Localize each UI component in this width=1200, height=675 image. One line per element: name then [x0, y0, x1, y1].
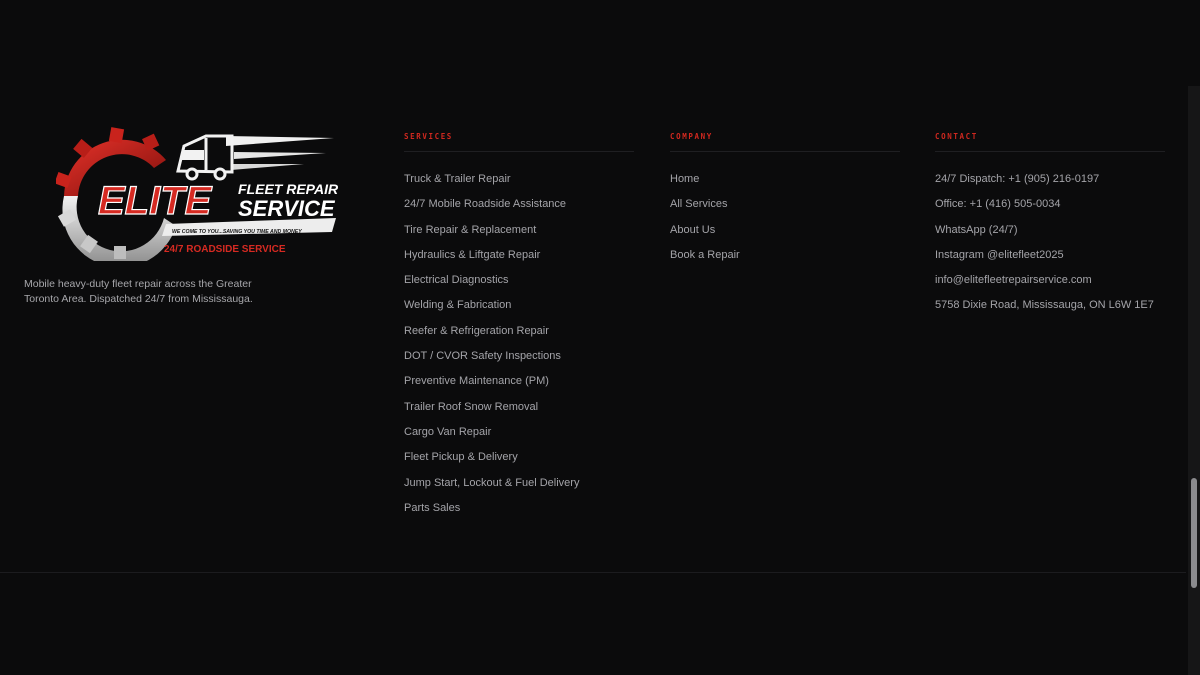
- services-link[interactable]: DOT / CVOR Safety Inspections: [404, 344, 634, 369]
- contact-link-label[interactable]: 5758 Dixie Road, Mississauga, ON L6W 1E7: [935, 299, 1154, 311]
- speed-lines-icon: [226, 136, 334, 170]
- services-link[interactable]: Tire Repair & Replacement: [404, 218, 634, 243]
- services-link-label[interactable]: Tire Repair & Replacement: [404, 224, 536, 236]
- services-link-label[interactable]: Electrical Diagnostics: [404, 274, 509, 286]
- footer-brand: ELITE FLEET REPAIR SERVICE WE COME TO YO…: [24, 126, 344, 307]
- services-link[interactable]: Truck & Trailer Repair: [404, 167, 634, 192]
- services-link[interactable]: Preventive Maintenance (PM): [404, 369, 634, 394]
- company-link-all-services[interactable]: All Services: [670, 192, 900, 217]
- contact-link-label[interactable]: WhatsApp (24/7): [935, 224, 1018, 236]
- company-link-home[interactable]: Home: [670, 167, 900, 192]
- services-link-label[interactable]: DOT / CVOR Safety Inspections: [404, 350, 561, 362]
- brand-tagline: Mobile heavy-duty fleet repair across th…: [24, 278, 253, 305]
- logo-graphic: ELITE FLEET REPAIR SERVICE WE COME TO YO…: [56, 127, 339, 261]
- elite-fleet-logo[interactable]: ELITE FLEET REPAIR SERVICE WE COME TO YO…: [56, 126, 346, 261]
- services-link-label[interactable]: Hydraulics & Liftgate Repair: [404, 249, 540, 261]
- services-link[interactable]: Cargo Van Repair: [404, 420, 634, 445]
- services-link[interactable]: Jump Start, Lockout & Fuel Delivery: [404, 471, 634, 496]
- contact-instagram[interactable]: Instagram @elitefleet2025: [935, 243, 1165, 268]
- company-list: Home All Services About Us Book a Repair: [670, 167, 900, 268]
- contact-link-label[interactable]: 24/7 Dispatch: +1 (905) 216-0197: [935, 173, 1099, 185]
- services-heading: SERVICES: [404, 132, 634, 152]
- company-link-book-a-repair[interactable]: Book a Repair: [670, 243, 900, 268]
- services-link[interactable]: Welding & Fabrication: [404, 293, 634, 318]
- company-heading: COMPANY: [670, 132, 900, 152]
- services-link[interactable]: Electrical Diagnostics: [404, 268, 634, 293]
- company-link-label[interactable]: About Us: [670, 224, 715, 236]
- services-link-label[interactable]: Truck & Trailer Repair: [404, 173, 511, 185]
- contact-link-label[interactable]: Instagram @elitefleet2025: [935, 249, 1064, 261]
- services-link[interactable]: Reefer & Refrigeration Repair: [404, 319, 634, 344]
- page-scrollbar[interactable]: [1188, 86, 1200, 675]
- truck-icon: [176, 134, 234, 181]
- company-link-about-us[interactable]: About Us: [670, 218, 900, 243]
- footer-divider: [0, 572, 1186, 573]
- company-column: COMPANY Home All Services About Us Book …: [670, 132, 900, 268]
- services-link[interactable]: Fleet Pickup & Delivery: [404, 445, 634, 470]
- services-link[interactable]: Parts Sales: [404, 496, 634, 521]
- services-link-label[interactable]: Jump Start, Lockout & Fuel Delivery: [404, 477, 579, 489]
- company-link-label[interactable]: Book a Repair: [670, 249, 740, 261]
- services-link[interactable]: Hydraulics & Liftgate Repair: [404, 243, 634, 268]
- company-link-label[interactable]: Home: [670, 173, 699, 185]
- contact-heading: CONTACT: [935, 132, 1165, 152]
- logo-badge: 24/7 ROADSIDE SERVICE: [164, 244, 286, 255]
- contact-link-label[interactable]: info@elitefleetrepairservice.com: [935, 274, 1092, 286]
- logo-line1: FLEET REPAIR: [238, 181, 339, 197]
- contact-office-phone[interactable]: Office: +1 (416) 505-0034: [935, 192, 1165, 217]
- footer-page: ELITE FLEET REPAIR SERVICE WE COME TO YO…: [0, 0, 1200, 675]
- services-link-label[interactable]: Fleet Pickup & Delivery: [404, 451, 518, 463]
- contact-dispatch-phone[interactable]: 24/7 Dispatch: +1 (905) 216-0197: [935, 167, 1165, 192]
- services-link[interactable]: Trailer Roof Snow Removal: [404, 395, 634, 420]
- contact-address[interactable]: 5758 Dixie Road, Mississauga, ON L6W 1E7: [935, 293, 1165, 318]
- contact-email[interactable]: info@elitefleetrepairservice.com: [935, 268, 1165, 293]
- services-link-label[interactable]: Parts Sales: [404, 502, 460, 514]
- contact-list: 24/7 Dispatch: +1 (905) 216-0197 Office:…: [935, 167, 1165, 319]
- logo-slogan: WE COME TO YOU...SAVING YOU TIME AND MON…: [172, 229, 302, 235]
- logo-word-elite: ELITE: [98, 179, 213, 223]
- contact-whatsapp[interactable]: WhatsApp (24/7): [935, 218, 1165, 243]
- services-link-label[interactable]: Trailer Roof Snow Removal: [404, 401, 538, 413]
- services-link-label[interactable]: Cargo Van Repair: [404, 426, 491, 438]
- services-link-label[interactable]: Welding & Fabrication: [404, 299, 511, 311]
- company-link-label[interactable]: All Services: [670, 198, 727, 210]
- services-link[interactable]: 24/7 Mobile Roadside Assistance: [404, 192, 634, 217]
- services-link-label[interactable]: Preventive Maintenance (PM): [404, 375, 549, 387]
- services-column: SERVICES Truck & Trailer Repair 24/7 Mob…: [404, 132, 634, 521]
- scrollbar-thumb[interactable]: [1191, 478, 1197, 588]
- services-list: Truck & Trailer Repair 24/7 Mobile Roads…: [404, 167, 634, 521]
- services-link-label[interactable]: 24/7 Mobile Roadside Assistance: [404, 198, 566, 210]
- contact-column: CONTACT 24/7 Dispatch: +1 (905) 216-0197…: [935, 132, 1165, 319]
- services-link-label[interactable]: Reefer & Refrigeration Repair: [404, 325, 549, 337]
- logo-line2: SERVICE: [238, 196, 336, 221]
- contact-link-label[interactable]: Office: +1 (416) 505-0034: [935, 198, 1060, 210]
